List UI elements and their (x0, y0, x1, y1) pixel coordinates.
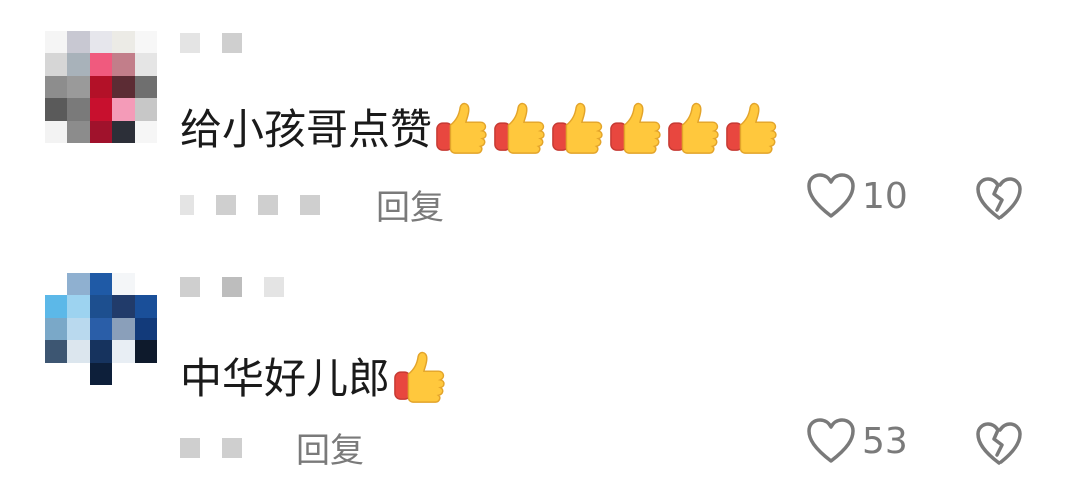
thumbs-up-icon (726, 102, 777, 154)
redaction-block (180, 194, 194, 215)
timestamp-redacted (180, 194, 320, 215)
comment-text: 中华好儿郎 (180, 345, 450, 406)
comment-meta: 回复 (180, 423, 364, 472)
thumbs-up-icon (394, 351, 445, 403)
thumbs-up-icon (494, 102, 545, 154)
broken-heart-icon (976, 422, 1022, 465)
comment-text-content: 给小孩哥点赞 (180, 105, 433, 154)
thumbs-up-icon (668, 102, 719, 154)
thumbs-up-emoji-group (392, 347, 450, 405)
reply-button[interactable]: 回复 (296, 423, 364, 472)
thumbs-up-emoji-group (434, 98, 782, 156)
redaction-block (216, 194, 236, 215)
comment-meta: 回复 (180, 180, 444, 229)
reply-button[interactable]: 回复 (376, 180, 444, 229)
like-count: 53 (862, 420, 908, 462)
redaction-block (222, 277, 242, 297)
like-count: 10 (862, 175, 908, 217)
comment-text-content: 中华好儿郎 (180, 354, 391, 403)
redaction-block (222, 33, 242, 53)
dislike-button[interactable] (975, 421, 1023, 471)
redaction-block (300, 194, 320, 215)
dislike-button[interactable] (975, 176, 1023, 226)
redaction-block (222, 437, 242, 458)
comment-item: 给小孩哥点赞 回复 10 (0, 0, 1080, 245)
redaction-block (180, 33, 200, 53)
avatar[interactable] (45, 273, 157, 385)
comment-text: 给小孩哥点赞 (180, 96, 782, 157)
redaction-block (180, 437, 200, 458)
timestamp-redacted (180, 437, 242, 458)
comment-item: 中华好儿郎 回复 53 (0, 245, 1080, 493)
like-button[interactable]: 53 (806, 417, 908, 465)
avatar[interactable] (45, 31, 157, 143)
heart-outline-icon (807, 418, 855, 463)
redaction-block (258, 194, 278, 215)
broken-heart-icon (976, 177, 1022, 220)
thumbs-up-icon (552, 102, 603, 154)
heart-outline-icon (807, 173, 855, 218)
username-redacted[interactable] (180, 277, 284, 297)
redaction-block (180, 277, 200, 297)
like-button[interactable]: 10 (806, 172, 908, 220)
thumbs-up-icon (436, 102, 487, 154)
username-redacted[interactable] (180, 33, 242, 53)
thumbs-up-icon (610, 102, 661, 154)
redaction-block (264, 277, 284, 297)
